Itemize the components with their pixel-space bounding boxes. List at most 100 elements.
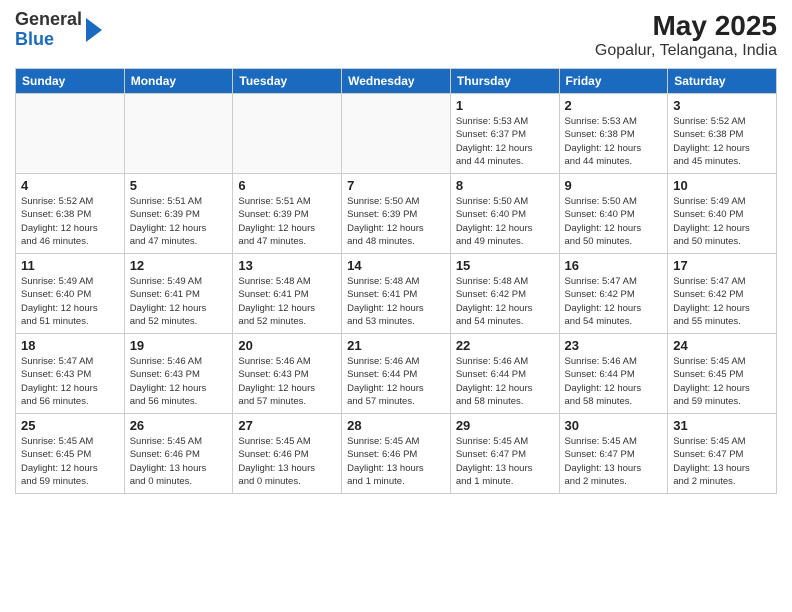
day-number: 18: [21, 338, 119, 353]
day-number: 20: [238, 338, 336, 353]
day-number: 9: [565, 178, 663, 193]
day-number: 29: [456, 418, 554, 433]
table-row: [342, 94, 451, 174]
calendar-table: Sunday Monday Tuesday Wednesday Thursday…: [15, 68, 777, 494]
calendar-subtitle: Gopalur, Telangana, India: [595, 42, 777, 60]
table-row: [233, 94, 342, 174]
logo-general: General: [15, 10, 82, 30]
col-wednesday: Wednesday: [342, 69, 451, 94]
day-info: Sunrise: 5:51 AM Sunset: 6:39 PM Dayligh…: [130, 195, 228, 248]
day-info: Sunrise: 5:45 AM Sunset: 6:47 PM Dayligh…: [456, 435, 554, 488]
day-info: Sunrise: 5:48 AM Sunset: 6:42 PM Dayligh…: [456, 275, 554, 328]
day-info: Sunrise: 5:53 AM Sunset: 6:38 PM Dayligh…: [565, 115, 663, 168]
page-header: General Blue May 2025 Gopalur, Telangana…: [15, 10, 777, 60]
logo: General Blue: [15, 10, 104, 50]
day-info: Sunrise: 5:45 AM Sunset: 6:46 PM Dayligh…: [130, 435, 228, 488]
day-number: 23: [565, 338, 663, 353]
col-tuesday: Tuesday: [233, 69, 342, 94]
table-row: 18 Sunrise: 5:47 AM Sunset: 6:43 PM Dayli…: [16, 334, 125, 414]
table-row: 13Sunrise: 5:48 AM Sunset: 6:41 PM Dayli…: [233, 254, 342, 334]
table-row: 8Sunrise: 5:50 AM Sunset: 6:40 PM Daylig…: [450, 174, 559, 254]
table-row: 20 Sunrise: 5:46 AM Sunset: 6:43 PM Dayli…: [233, 334, 342, 414]
page-container: General Blue May 2025 Gopalur, Telangana…: [0, 0, 792, 612]
day-number: 17: [673, 258, 771, 273]
calendar-week-row: 18 Sunrise: 5:47 AM Sunset: 6:43 PM Dayli…: [16, 334, 777, 414]
day-info: Sunrise: 5:46 AM Sunset: 6:43 PM Dayligh…: [238, 355, 336, 408]
day-info: Sunrise: 5:50 AM Sunset: 6:40 PM Dayligh…: [456, 195, 554, 248]
table-row: 22 Sunrise: 5:46 AM Sunset: 6:44 PM Dayli…: [450, 334, 559, 414]
day-number: 3: [673, 98, 771, 113]
day-info: Sunrise: 5:45 AM Sunset: 6:45 PM Dayligh…: [21, 435, 119, 488]
table-row: 31 Sunrise: 5:45 AM Sunset: 6:47 PM Dayli…: [668, 414, 777, 494]
day-info: Sunrise: 5:48 AM Sunset: 6:41 PM Dayligh…: [347, 275, 445, 328]
col-thursday: Thursday: [450, 69, 559, 94]
day-number: 15: [456, 258, 554, 273]
day-number: 5: [130, 178, 228, 193]
day-info: Sunrise: 5:53 AM Sunset: 6:37 PM Dayligh…: [456, 115, 554, 168]
day-info: Sunrise: 5:45 AM Sunset: 6:47 PM Dayligh…: [565, 435, 663, 488]
day-number: 25: [21, 418, 119, 433]
day-info: Sunrise: 5:46 AM Sunset: 6:44 PM Dayligh…: [565, 355, 663, 408]
day-info: Sunrise: 5:48 AM Sunset: 6:41 PM Dayligh…: [238, 275, 336, 328]
day-number: 27: [238, 418, 336, 433]
calendar-week-row: 4 Sunrise: 5:52 AM Sunset: 6:38 PM Daylig…: [16, 174, 777, 254]
day-info: Sunrise: 5:51 AM Sunset: 6:39 PM Dayligh…: [238, 195, 336, 248]
logo-icon: [84, 16, 104, 44]
table-row: 28 Sunrise: 5:45 AM Sunset: 6:46 PM Dayli…: [342, 414, 451, 494]
table-row: 26 Sunrise: 5:45 AM Sunset: 6:46 PM Dayli…: [124, 414, 233, 494]
table-row: 4 Sunrise: 5:52 AM Sunset: 6:38 PM Daylig…: [16, 174, 125, 254]
table-row: 7 Sunrise: 5:50 AM Sunset: 6:39 PM Daylig…: [342, 174, 451, 254]
day-number: 19: [130, 338, 228, 353]
col-sunday: Sunday: [16, 69, 125, 94]
day-number: 2: [565, 98, 663, 113]
table-row: 1 Sunrise: 5:53 AM Sunset: 6:37 PM Daylig…: [450, 94, 559, 174]
calendar-title: May 2025: [595, 10, 777, 42]
day-number: 21: [347, 338, 445, 353]
day-info: Sunrise: 5:45 AM Sunset: 6:47 PM Dayligh…: [673, 435, 771, 488]
day-info: Sunrise: 5:52 AM Sunset: 6:38 PM Dayligh…: [21, 195, 119, 248]
day-info: Sunrise: 5:50 AM Sunset: 6:40 PM Dayligh…: [565, 195, 663, 248]
logo-text: General Blue: [15, 10, 82, 50]
table-row: 5 Sunrise: 5:51 AM Sunset: 6:39 PM Daylig…: [124, 174, 233, 254]
col-monday: Monday: [124, 69, 233, 94]
calendar-week-row: 25 Sunrise: 5:45 AM Sunset: 6:45 PM Dayli…: [16, 414, 777, 494]
table-row: 23 Sunrise: 5:46 AM Sunset: 6:44 PM Dayli…: [559, 334, 668, 414]
day-info: Sunrise: 5:46 AM Sunset: 6:44 PM Dayligh…: [347, 355, 445, 408]
day-number: 1: [456, 98, 554, 113]
table-row: 9 Sunrise: 5:50 AM Sunset: 6:40 PM Daylig…: [559, 174, 668, 254]
day-info: Sunrise: 5:47 AM Sunset: 6:42 PM Dayligh…: [565, 275, 663, 328]
day-number: 12: [130, 258, 228, 273]
table-row: [16, 94, 125, 174]
table-row: 11 Sunrise: 5:49 AM Sunset: 6:40 PM Dayli…: [16, 254, 125, 334]
day-info: Sunrise: 5:47 AM Sunset: 6:42 PM Dayligh…: [673, 275, 771, 328]
day-info: Sunrise: 5:49 AM Sunset: 6:40 PM Dayligh…: [21, 275, 119, 328]
day-info: Sunrise: 5:49 AM Sunset: 6:40 PM Dayligh…: [673, 195, 771, 248]
col-friday: Friday: [559, 69, 668, 94]
table-row: 12Sunrise: 5:49 AM Sunset: 6:41 PM Dayli…: [124, 254, 233, 334]
day-number: 31: [673, 418, 771, 433]
day-info: Sunrise: 5:52 AM Sunset: 6:38 PM Dayligh…: [673, 115, 771, 168]
day-number: 26: [130, 418, 228, 433]
table-row: 3 Sunrise: 5:52 AM Sunset: 6:38 PM Daylig…: [668, 94, 777, 174]
day-number: 28: [347, 418, 445, 433]
day-number: 22: [456, 338, 554, 353]
day-info: Sunrise: 5:45 AM Sunset: 6:46 PM Dayligh…: [347, 435, 445, 488]
table-row: 16 Sunrise: 5:47 AM Sunset: 6:42 PM Dayli…: [559, 254, 668, 334]
day-info: Sunrise: 5:50 AM Sunset: 6:39 PM Dayligh…: [347, 195, 445, 248]
day-info: Sunrise: 5:47 AM Sunset: 6:43 PM Dayligh…: [21, 355, 119, 408]
day-number: 11: [21, 258, 119, 273]
calendar-week-row: 11 Sunrise: 5:49 AM Sunset: 6:40 PM Dayli…: [16, 254, 777, 334]
title-block: May 2025 Gopalur, Telangana, India: [595, 10, 777, 60]
day-number: 14: [347, 258, 445, 273]
day-number: 7: [347, 178, 445, 193]
table-row: 27Sunrise: 5:45 AM Sunset: 6:46 PM Dayli…: [233, 414, 342, 494]
day-info: Sunrise: 5:45 AM Sunset: 6:45 PM Dayligh…: [673, 355, 771, 408]
table-row: 6Sunrise: 5:51 AM Sunset: 6:39 PM Daylig…: [233, 174, 342, 254]
table-row: 24Sunrise: 5:45 AM Sunset: 6:45 PM Dayli…: [668, 334, 777, 414]
day-number: 16: [565, 258, 663, 273]
table-row: 17 Sunrise: 5:47 AM Sunset: 6:42 PM Dayli…: [668, 254, 777, 334]
table-row: 21 Sunrise: 5:46 AM Sunset: 6:44 PM Dayli…: [342, 334, 451, 414]
day-info: Sunrise: 5:46 AM Sunset: 6:44 PM Dayligh…: [456, 355, 554, 408]
table-row: 19Sunrise: 5:46 AM Sunset: 6:43 PM Dayli…: [124, 334, 233, 414]
day-number: 4: [21, 178, 119, 193]
